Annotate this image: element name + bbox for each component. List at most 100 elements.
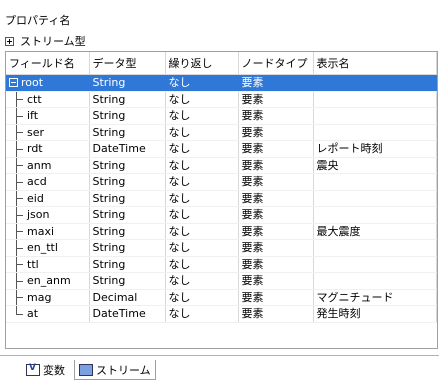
repeat-cell[interactable]: なし <box>165 289 239 306</box>
field-name-cell[interactable]: ttl <box>6 256 90 273</box>
data-type-cell[interactable]: String <box>89 91 166 108</box>
table-row[interactable]: eid String なし 要素 <box>6 190 437 207</box>
display-name-cell[interactable]: 震央 <box>313 157 437 174</box>
table-row[interactable]: ctt String なし 要素 <box>6 91 437 108</box>
data-type-cell[interactable]: String <box>89 206 166 224</box>
table-row[interactable]: acd String なし 要素 <box>6 173 437 191</box>
repeat-cell[interactable]: なし <box>165 107 239 125</box>
repeat-cell[interactable]: なし <box>165 223 239 240</box>
table-row[interactable]: json String なし 要素 <box>6 206 437 224</box>
node-type-cell[interactable]: 要素 <box>238 74 314 92</box>
data-type-cell[interactable]: String <box>89 157 166 174</box>
node-type-cell[interactable]: 要素 <box>238 305 314 323</box>
data-type-cell[interactable]: String <box>89 190 166 207</box>
display-name-cell[interactable] <box>313 256 437 273</box>
data-type-cell[interactable]: String <box>89 272 166 290</box>
column-header-field-name[interactable]: フィールド名 <box>6 52 90 75</box>
field-name-cell[interactable]: en_ttl <box>6 239 90 257</box>
data-type-cell[interactable]: String <box>89 74 166 92</box>
table-row[interactable]: ttl String なし 要素 <box>6 256 437 273</box>
table-row[interactable]: at DateTime なし 要素 発生時刻 <box>6 305 437 323</box>
node-type-cell[interactable]: 要素 <box>238 190 314 207</box>
table-row[interactable]: maxi String なし 要素 最大震度 <box>6 223 437 240</box>
column-header-display-name[interactable]: 表示名 <box>313 52 437 75</box>
node-type-cell[interactable]: 要素 <box>238 223 314 240</box>
display-name-cell[interactable]: 発生時刻 <box>313 305 437 323</box>
node-type-cell[interactable]: 要素 <box>238 157 314 174</box>
field-name-cell[interactable]: rdt <box>6 140 90 158</box>
collapse-icon[interactable] <box>9 78 18 88</box>
table-row[interactable]: en_ttl String なし 要素 <box>6 239 437 257</box>
table-row[interactable]: root String なし 要素 <box>6 74 437 92</box>
column-header-data-type[interactable]: データ型 <box>89 52 166 75</box>
data-type-cell[interactable]: Decimal <box>89 289 166 306</box>
table-row[interactable]: en_anm String なし 要素 <box>6 272 437 290</box>
stream-type-header[interactable]: ストリーム型 <box>5 33 86 49</box>
node-type-cell[interactable]: 要素 <box>238 91 314 108</box>
repeat-cell[interactable]: なし <box>165 157 239 174</box>
display-name-cell[interactable]: マグニチュード <box>313 289 437 306</box>
repeat-cell[interactable]: なし <box>165 140 239 158</box>
display-name-cell[interactable] <box>313 272 437 290</box>
column-header-node-type[interactable]: ノードタイプ <box>238 52 314 75</box>
node-type-cell[interactable]: 要素 <box>238 173 314 191</box>
tab-variables[interactable]: 変数 <box>22 360 69 379</box>
repeat-cell[interactable]: なし <box>165 272 239 290</box>
node-type-cell[interactable]: 要素 <box>238 206 314 224</box>
display-name-cell[interactable] <box>313 107 437 125</box>
repeat-cell[interactable]: なし <box>165 305 239 323</box>
table-row[interactable]: mag Decimal なし 要素 マグニチュード <box>6 289 437 306</box>
table-row[interactable]: ser String なし 要素 <box>6 124 437 141</box>
repeat-cell[interactable]: なし <box>165 124 239 141</box>
repeat-cell[interactable]: なし <box>165 256 239 273</box>
display-name-cell[interactable]: レポート時刻 <box>313 140 437 158</box>
field-name-cell[interactable]: en_anm <box>6 272 90 290</box>
field-name-cell[interactable]: ift <box>6 107 90 125</box>
display-name-cell[interactable] <box>313 190 437 207</box>
repeat-cell[interactable]: なし <box>165 91 239 108</box>
field-name-cell[interactable]: mag <box>6 289 90 306</box>
repeat-cell[interactable]: なし <box>165 206 239 224</box>
repeat-cell[interactable]: なし <box>165 190 239 207</box>
display-name-cell[interactable] <box>313 91 437 108</box>
data-type-cell[interactable]: DateTime <box>89 140 166 158</box>
node-type-cell[interactable]: 要素 <box>238 107 314 125</box>
node-type-cell[interactable]: 要素 <box>238 124 314 141</box>
tab-stream[interactable]: ストリーム <box>74 360 156 380</box>
data-type-cell[interactable]: String <box>89 173 166 191</box>
expand-icon[interactable] <box>5 36 14 46</box>
display-name-cell[interactable] <box>313 173 437 191</box>
node-type-cell[interactable]: 要素 <box>238 239 314 257</box>
data-type-cell[interactable]: DateTime <box>89 305 166 323</box>
display-name-cell[interactable] <box>313 74 437 92</box>
data-type-cell[interactable]: String <box>89 239 166 257</box>
field-name-cell[interactable]: ser <box>6 124 90 141</box>
field-name-cell[interactable]: json <box>6 206 90 224</box>
display-name-cell[interactable]: 最大震度 <box>313 223 437 240</box>
column-header-repeat[interactable]: 繰り返し <box>165 52 239 75</box>
table-row[interactable]: rdt DateTime なし 要素 レポート時刻 <box>6 140 437 158</box>
display-name-cell[interactable] <box>313 206 437 224</box>
node-type-cell[interactable]: 要素 <box>238 289 314 306</box>
field-name-cell[interactable]: root <box>6 74 90 92</box>
node-type-cell[interactable]: 要素 <box>238 256 314 273</box>
data-type-cell[interactable]: String <box>89 256 166 273</box>
field-name-cell[interactable]: eid <box>6 190 90 207</box>
table-row[interactable]: ift String なし 要素 <box>6 107 437 125</box>
data-type-cell[interactable]: String <box>89 124 166 141</box>
display-name-cell[interactable] <box>313 124 437 141</box>
display-name-cell[interactable] <box>313 239 437 257</box>
field-name-cell[interactable]: ctt <box>6 91 90 108</box>
field-name-cell[interactable]: at <box>6 305 90 323</box>
field-name-cell[interactable]: acd <box>6 173 90 191</box>
repeat-cell[interactable]: なし <box>165 173 239 191</box>
table-row[interactable]: anm String なし 要素 震央 <box>6 157 437 174</box>
data-type-cell[interactable]: String <box>89 223 166 240</box>
node-type-cell[interactable]: 要素 <box>238 140 314 158</box>
repeat-cell[interactable]: なし <box>165 74 239 92</box>
repeat-cell[interactable]: なし <box>165 239 239 257</box>
field-name-cell[interactable]: maxi <box>6 223 90 240</box>
node-type-cell[interactable]: 要素 <box>238 272 314 290</box>
data-type-cell[interactable]: String <box>89 107 166 125</box>
field-name-cell[interactable]: anm <box>6 157 90 174</box>
